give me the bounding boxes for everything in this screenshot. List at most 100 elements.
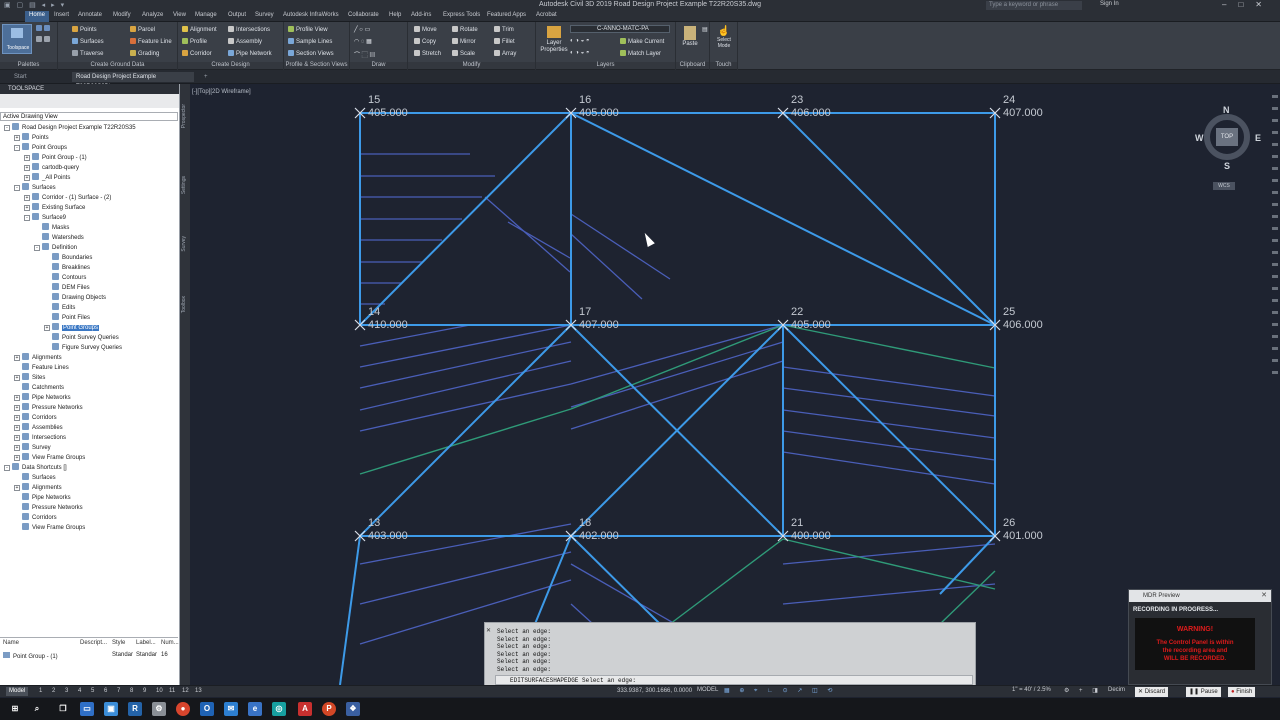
contour-line[interactable] [782, 451, 996, 485]
array-button[interactable]: Array [494, 50, 516, 57]
surfaces-button[interactable]: Surfaces [72, 38, 104, 45]
tree-item[interactable]: View Frame Groups [0, 523, 178, 533]
section-views-button[interactable]: Section Views [288, 50, 334, 57]
tree-item[interactable]: - Surface9 [0, 213, 178, 223]
tree-item[interactable]: + Point Groups [0, 323, 178, 333]
tree-item[interactable]: - Data Shortcuts [] [0, 463, 178, 473]
trim-button[interactable]: Trim [494, 26, 514, 33]
tree-item[interactable]: DEM Files [0, 283, 178, 293]
layout-tab[interactable]: 4 [75, 687, 84, 696]
parcel-button[interactable]: Parcel [130, 26, 155, 33]
ribbon-tab-analyze[interactable]: Analyze [142, 12, 163, 18]
line-tool[interactable]: ╱ ○ ▭ [354, 26, 370, 33]
tree-item[interactable]: Point Files [0, 313, 178, 323]
palette-icons-2[interactable] [36, 36, 52, 43]
collapse-icon[interactable]: - [14, 185, 20, 191]
corridor-button[interactable]: Corridor [182, 50, 212, 57]
expand-icon[interactable]: + [14, 375, 20, 381]
layout-tab[interactable]: 12 [179, 687, 192, 696]
outlook-icon[interactable]: O [200, 702, 214, 716]
col-style[interactable]: Style [112, 640, 125, 646]
traverse-button[interactable]: Traverse [72, 50, 103, 57]
search-input[interactable]: Type a keyword or phrase [986, 1, 1082, 10]
ribbon-tab-home[interactable]: Home [25, 11, 50, 22]
tin-surface-drawing[interactable] [190, 84, 1280, 685]
tree-item[interactable]: + cartodb-query [0, 163, 178, 173]
tree-item[interactable]: + Existing Surface [0, 203, 178, 213]
tree-item[interactable]: Boundaries [0, 253, 178, 263]
tree-item[interactable]: Point Survey Queries [0, 333, 178, 343]
expand-icon[interactable]: + [14, 355, 20, 361]
fillet-button[interactable]: Fillet [494, 38, 515, 45]
tree-item[interactable]: + Survey [0, 443, 178, 453]
tree-item[interactable]: Drawing Objects [0, 293, 178, 303]
move-button[interactable]: Move [414, 26, 437, 33]
tree-item[interactable]: Watersheds [0, 233, 178, 243]
tree-item[interactable]: Pressure Networks [0, 503, 178, 513]
tree-item[interactable]: - Definition [0, 243, 178, 253]
mirror-button[interactable]: Mirror [452, 38, 476, 45]
row-name[interactable]: Point Group - (1) [3, 652, 58, 660]
grading-button[interactable]: Grading [130, 50, 159, 57]
tree-item[interactable]: + Pressure Networks [0, 403, 178, 413]
compass-north[interactable]: N [1223, 105, 1230, 115]
expand-icon[interactable]: + [14, 135, 20, 141]
tree-item[interactable]: Surfaces [0, 473, 178, 483]
expand-icon[interactable]: + [24, 195, 30, 201]
index-contour[interactable] [570, 324, 784, 410]
layout-tab[interactable]: 9 [140, 687, 149, 696]
make-current-button[interactable]: Make Current [620, 38, 664, 45]
powerpoint-icon[interactable]: P [322, 702, 336, 716]
expand-icon[interactable]: + [24, 165, 30, 171]
chrome-icon[interactable]: ● [176, 702, 190, 716]
contour-line[interactable] [570, 213, 671, 280]
ribbon-tab-manage[interactable]: Manage [195, 12, 217, 18]
contour-line[interactable] [359, 360, 572, 411]
scale-button[interactable]: Scale [452, 50, 475, 57]
tab-settings[interactable]: Settings [181, 176, 187, 194]
model-tab[interactable]: Model [6, 687, 29, 696]
layout-tab[interactable]: 10 [153, 687, 166, 696]
contour-line[interactable] [782, 430, 996, 461]
tab-prospector[interactable]: Prospector [181, 104, 187, 128]
ribbon-tab-express-tools[interactable]: Express Tools [443, 12, 480, 18]
tin-edge[interactable] [339, 535, 361, 685]
layout-tab[interactable]: 6 [101, 687, 110, 696]
pipe-network-button[interactable]: Pipe Network [228, 50, 272, 57]
discard-button[interactable]: ✕ Discard [1135, 687, 1169, 697]
contour-line[interactable] [507, 221, 571, 259]
expand-icon[interactable]: + [14, 435, 20, 441]
close-icon[interactable]: ✕ [486, 627, 491, 634]
tin-edge[interactable] [782, 324, 996, 537]
ribbon-tab-modify[interactable]: Modify [113, 12, 131, 18]
contour-line[interactable] [359, 341, 572, 389]
profile-view-button[interactable]: Profile View [288, 26, 328, 33]
tree-item[interactable]: + Pipe Networks [0, 393, 178, 403]
tree-item[interactable]: + Corridors [0, 413, 178, 423]
wcs-menu[interactable]: WCS [1213, 182, 1235, 190]
finish-button[interactable]: ● Finish [1228, 687, 1256, 697]
workspace-icons[interactable]: ⚙ + ◨ [1064, 687, 1102, 694]
index-contour[interactable] [669, 538, 784, 625]
tree-item[interactable]: + Sites [0, 373, 178, 383]
tree-item[interactable]: + Alignments [0, 353, 178, 363]
paste-button[interactable]: Paste [680, 26, 700, 47]
ribbon-tab-annotate[interactable]: Annotate [78, 12, 102, 18]
tree-item[interactable]: Catchments [0, 383, 178, 393]
tree-item[interactable]: Corridors [0, 513, 178, 523]
profile-button[interactable]: Profile [182, 38, 207, 45]
command-line[interactable]: ✕ Select an edge: Select an edge: Select… [484, 622, 976, 686]
contour-line[interactable] [359, 383, 572, 432]
tree-item[interactable]: Figure Survey Queries [0, 343, 178, 353]
palette-icons[interactable] [36, 25, 52, 32]
tab-survey[interactable]: Survey [181, 236, 187, 252]
stretch-button[interactable]: Stretch [414, 50, 441, 57]
ribbon-tab-view[interactable]: View [173, 12, 186, 18]
tree-item[interactable]: + Alignments [0, 483, 178, 493]
tree-item[interactable]: Masks [0, 223, 178, 233]
tree-item[interactable]: - Point Groups [0, 143, 178, 153]
clipboard-small-icons[interactable]: ▤ [702, 26, 708, 33]
expand-icon[interactable]: + [14, 405, 20, 411]
pause-button[interactable]: ❚❚ Pause [1186, 687, 1221, 697]
viewcube-top-face[interactable]: TOP [1216, 128, 1238, 146]
